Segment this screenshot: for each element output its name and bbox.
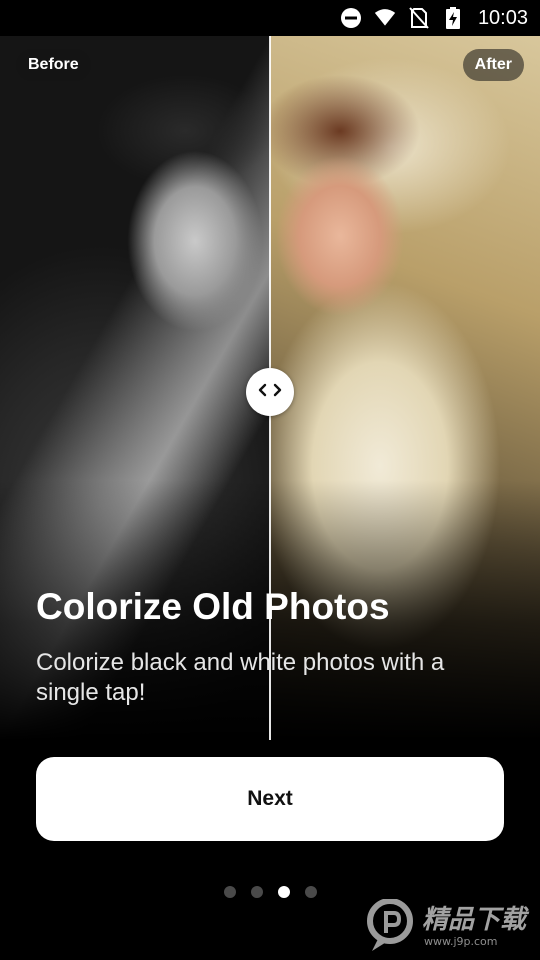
comparison-slider-handle[interactable] xyxy=(246,368,294,416)
status-time: 10:03 xyxy=(477,6,528,29)
before-label: Before xyxy=(16,49,91,81)
wifi-icon xyxy=(374,7,396,29)
before-after-comparison[interactable]: Before After xyxy=(0,36,540,740)
page-dot[interactable] xyxy=(250,886,263,898)
page-dot-active[interactable] xyxy=(277,886,290,898)
do-not-disturb-icon xyxy=(340,7,362,29)
watermark: 精品下载 www.j9p.com xyxy=(366,897,536,956)
after-label: After xyxy=(462,49,524,81)
watermark-subtitle: www.j9p.com xyxy=(424,935,498,948)
left-right-arrows-icon xyxy=(257,382,283,403)
onboarding-subtitle: Colorize black and white photos with a s… xyxy=(36,649,445,706)
jingpin-logo-icon xyxy=(366,897,416,956)
battery-charging-icon xyxy=(442,7,464,29)
page-dot[interactable] xyxy=(223,886,236,898)
no-sim-icon xyxy=(408,7,430,29)
next-button[interactable]: Next xyxy=(36,757,504,841)
watermark-title: 精品下载 xyxy=(422,905,527,935)
onboarding-screen: 10:03 Before After Colorize Old Photos C… xyxy=(0,0,540,960)
onboarding-title: Colorize Old Photos xyxy=(36,586,390,627)
page-dot[interactable] xyxy=(304,886,317,898)
status-bar: 10:03 xyxy=(0,0,540,36)
